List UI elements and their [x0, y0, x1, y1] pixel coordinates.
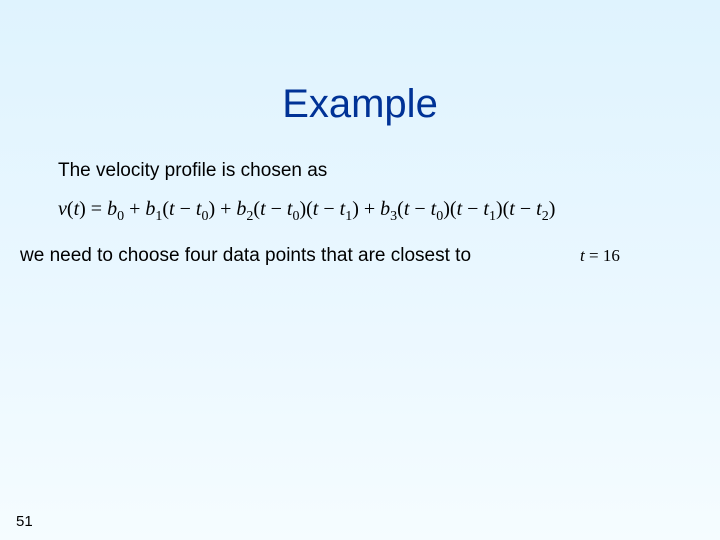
velocity-formula: v(t) = b0 + b1(t − t0) + b2(t − t0)(t − … — [58, 198, 555, 221]
slide-title: Example — [0, 82, 720, 127]
formula-lhs: v — [58, 198, 67, 220]
cond-val: 16 — [603, 246, 620, 265]
coef-b0: b — [107, 198, 117, 220]
coef-b1: b — [145, 198, 155, 220]
cond-var: t — [580, 246, 585, 265]
page-number: 51 — [16, 513, 33, 530]
coef-b2: b — [236, 198, 246, 220]
coef-b0-sub: 0 — [117, 209, 124, 224]
term2-t: t — [260, 198, 266, 220]
term3-t: t — [404, 198, 410, 220]
term2-tb: t — [313, 198, 319, 220]
term3-tc: t — [509, 198, 515, 220]
term3-t2-sub: 2 — [542, 209, 549, 224]
coef-b3: b — [380, 198, 390, 220]
term3-tb: t — [457, 198, 463, 220]
condition-t-equals-16: t = 16 — [580, 246, 620, 266]
cond-op: = — [589, 246, 599, 265]
body-line-2: we need to choose four data points that … — [20, 245, 471, 267]
term-t: t — [169, 198, 175, 220]
term3-t1-sub: 1 — [489, 209, 496, 224]
body-line-1: The velocity profile is chosen as — [58, 160, 327, 182]
